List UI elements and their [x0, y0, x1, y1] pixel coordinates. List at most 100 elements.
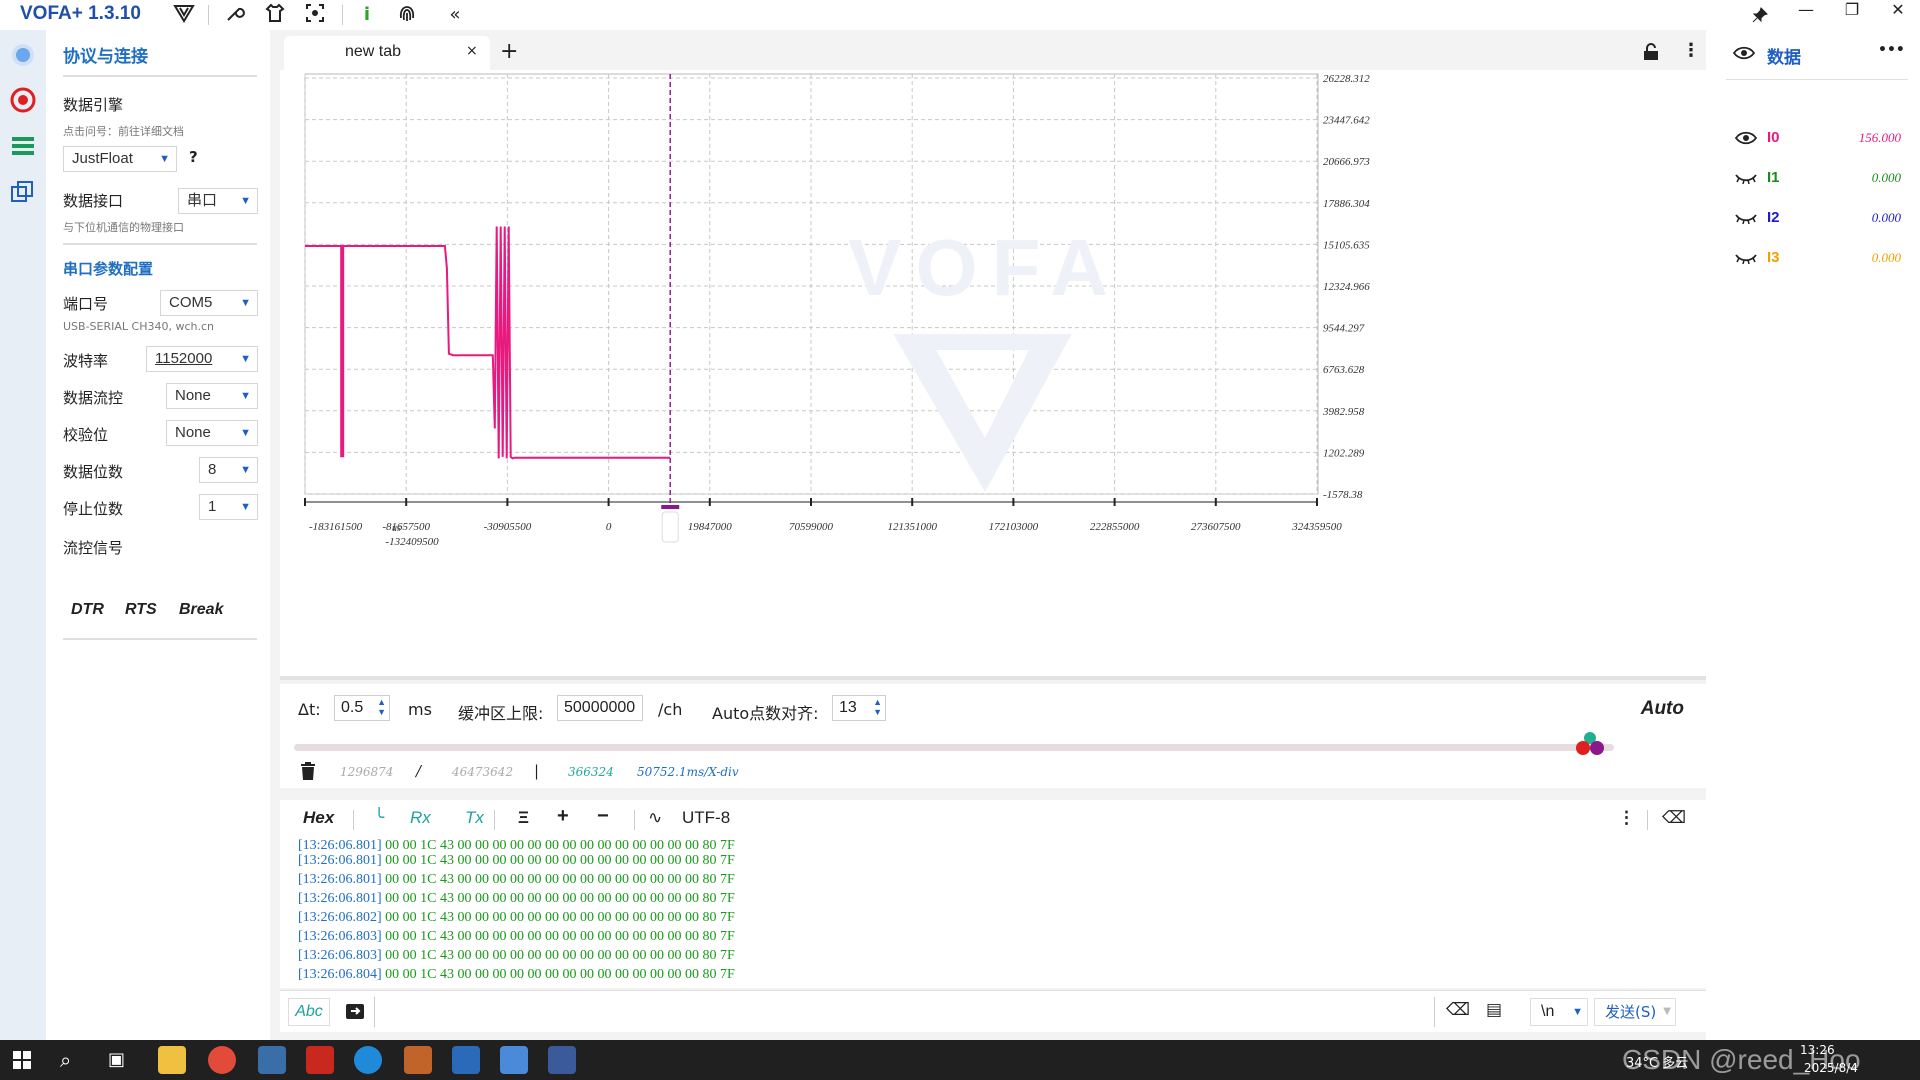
x-tick-label: 0: [606, 521, 612, 533]
channel-row[interactable]: I0 156.000: [1706, 124, 1920, 156]
tab-label: new tab: [345, 43, 402, 60]
collapse-left-icon[interactable]: «: [442, 3, 468, 27]
lock-icon[interactable]: [1642, 43, 1660, 65]
wrench-icon[interactable]: [222, 3, 248, 27]
text-format-icon[interactable]: Ξ: [518, 808, 529, 828]
auto-button[interactable]: Auto: [1641, 698, 1684, 720]
wps-icon[interactable]: [306, 1046, 334, 1074]
more-vertical-icon[interactable]: ⋮: [1682, 40, 1700, 61]
raw-log[interactable]: [13:26:06.801] 00 00 1C 43 00 00 00 00 0…: [280, 838, 1706, 988]
title-bar: VOFA+ 1.3.10 i « — ❐ ✕: [0, 0, 1920, 30]
signal-label: 流控信号: [63, 539, 124, 557]
app-title: VOFA+ 1.3.10: [20, 3, 141, 24]
port-select[interactable]: COM5 ▼: [160, 290, 258, 316]
clock-time[interactable]: 13:26: [1800, 1043, 1835, 1057]
send-button[interactable]: 发送(S) ▼: [1594, 998, 1676, 1026]
wave-icon[interactable]: ∿: [648, 808, 662, 828]
more-icon[interactable]: •••: [1878, 42, 1905, 58]
channel-row[interactable]: I1 0.000: [1706, 164, 1920, 196]
maximize-button[interactable]: ❐: [1832, 0, 1872, 30]
history-icon[interactable]: ▤: [1486, 1000, 1502, 1020]
channel-row[interactable]: I2 0.000: [1706, 204, 1920, 236]
add-tab-icon[interactable]: +: [500, 39, 518, 64]
engine-select[interactable]: JustFloat ▼: [63, 146, 177, 172]
windows-start-icon[interactable]: [13, 1051, 31, 1073]
zoom-out-icon[interactable]: −: [597, 805, 609, 828]
help-button[interactable]: ?: [189, 148, 198, 166]
dt-input[interactable]: 0.5 ▲ ▼: [334, 695, 390, 721]
autoalign-input[interactable]: 13 ▲ ▼: [832, 695, 886, 721]
waveform-panel[interactable]: VOFA 26228.312 23447.642 20666.973 17886.30…: [280, 70, 1706, 680]
x-tick-label: 273607500: [1191, 521, 1241, 533]
encoding-label[interactable]: UTF-8: [682, 808, 730, 828]
x-tick-label: -183161500: [309, 521, 363, 533]
engine-hint: 点击问号：前往详细文档: [63, 125, 184, 138]
format-button[interactable]: Abc: [288, 998, 330, 1026]
windows-icon[interactable]: [9, 178, 37, 206]
x-tick-label: -81657500: [382, 521, 430, 533]
vofa-taskbar-icon[interactable]: [548, 1046, 576, 1074]
file-explorer-icon[interactable]: [158, 1046, 186, 1074]
trash-icon[interactable]: [300, 762, 316, 784]
eye-closed-icon[interactable]: [1735, 210, 1757, 226]
vofa-logo-icon[interactable]: [171, 3, 197, 27]
app-icon[interactable]: [500, 1046, 528, 1074]
newline-select[interactable]: \n ▼: [1530, 998, 1588, 1026]
dtr-button[interactable]: DTR: [71, 601, 104, 619]
buffer-input[interactable]: 50000000: [557, 695, 643, 721]
app-icon[interactable]: [404, 1046, 432, 1074]
record-icon[interactable]: [9, 86, 37, 114]
zoom-in-icon[interactable]: +: [557, 805, 569, 828]
pin-icon[interactable]: [1740, 0, 1780, 30]
info-icon[interactable]: i: [354, 3, 380, 27]
waveform-chart[interactable]: VOFA 26228.312 23447.642 20666.973 17886.30…: [280, 70, 1706, 674]
dt-unit: ms: [408, 700, 432, 719]
parity-label: 校验位: [63, 426, 109, 444]
rx-button[interactable]: Rx: [410, 808, 431, 828]
databits-select[interactable]: 8 ▼: [199, 457, 258, 483]
search-icon[interactable]: ⌕: [60, 1048, 71, 1072]
hex-button[interactable]: Hex: [303, 808, 334, 828]
fingerprint-icon[interactable]: [394, 3, 420, 27]
eye-closed-icon[interactable]: [1735, 170, 1757, 186]
send-file-icon[interactable]: [345, 1001, 365, 1025]
rts-button[interactable]: RTS: [125, 601, 157, 619]
shirt-icon[interactable]: [262, 3, 288, 27]
stopbits-select[interactable]: 1 ▼: [199, 494, 258, 520]
eraser-icon[interactable]: ⌫: [1662, 808, 1686, 828]
minimize-button[interactable]: —: [1786, 0, 1826, 30]
calculator-icon[interactable]: [258, 1046, 286, 1074]
clock-date[interactable]: 2025/8/4: [1804, 1061, 1858, 1075]
channel-name: I2: [1767, 209, 1780, 226]
task-view-icon[interactable]: ▣: [108, 1049, 125, 1070]
connection-icon[interactable]: [9, 41, 37, 69]
screenshot-icon[interactable]: [302, 3, 328, 27]
list-icon[interactable]: [9, 132, 37, 160]
tab-close-icon[interactable]: ×: [466, 43, 478, 59]
baud-select[interactable]: 1152000 ▼: [146, 346, 258, 372]
channel-value: 0.000: [1871, 210, 1901, 225]
channel-row[interactable]: I3 0.000: [1706, 244, 1920, 276]
eye-icon[interactable]: [1735, 130, 1757, 146]
channel-value: 156.000: [1858, 130, 1901, 145]
log-line: [13:26:06.804] 00 00 1C 43 00 00 00 00 0…: [298, 967, 735, 982]
iface-select[interactable]: 串口 ▼: [178, 188, 258, 214]
eye-icon[interactable]: [1732, 45, 1756, 65]
tab-new-tab[interactable]: new tab ×: [284, 36, 490, 70]
eraser-icon[interactable]: ⌫: [1446, 1000, 1470, 1020]
break-button[interactable]: Break: [179, 601, 223, 619]
flow-select[interactable]: None ▼: [166, 383, 258, 409]
parity-select[interactable]: None ▼: [166, 420, 258, 446]
cursor-marker[interactable]: [661, 505, 680, 509]
tx-button[interactable]: Tx: [465, 808, 484, 828]
timestamp-icon[interactable]: ╰: [374, 808, 384, 828]
chrome-icon[interactable]: [208, 1046, 236, 1074]
more-vertical-icon[interactable]: ⋮: [1618, 808, 1635, 828]
close-button[interactable]: ✕: [1878, 0, 1918, 30]
edge-icon[interactable]: [354, 1046, 382, 1074]
mx-icon[interactable]: [452, 1046, 480, 1074]
send-input[interactable]: [380, 995, 1410, 1027]
eye-closed-icon[interactable]: [1735, 250, 1757, 266]
serial-heading: 串口参数配置: [63, 260, 154, 278]
timeline-slider[interactable]: [294, 744, 1614, 751]
